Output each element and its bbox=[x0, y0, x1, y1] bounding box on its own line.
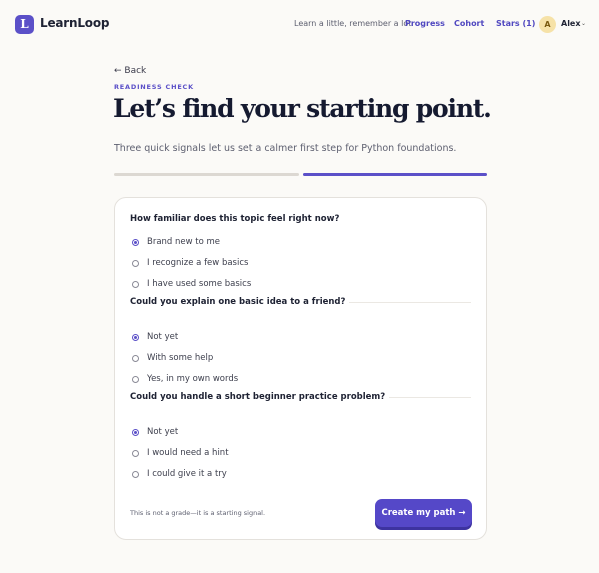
avatar[interactable]: A bbox=[539, 16, 556, 33]
back-link[interactable]: ← Back bbox=[114, 66, 146, 76]
option-label: I recognize a few basics bbox=[147, 258, 249, 268]
chevron-down-icon[interactable]: ⌄ bbox=[581, 20, 586, 27]
question-title: Could you explain one basic idea to a fr… bbox=[130, 297, 350, 307]
q2-option-3[interactable]: Yes, in my own words bbox=[132, 374, 238, 384]
option-label: Not yet bbox=[147, 427, 179, 437]
nav-stars[interactable]: Stars (1) bbox=[496, 19, 535, 28]
radio-button[interactable] bbox=[132, 238, 139, 246]
radio-button[interactable] bbox=[132, 280, 139, 288]
option-label: Yes, in my own words bbox=[147, 374, 239, 384]
readiness-card: How familiar does this topic feel right … bbox=[114, 197, 487, 540]
user-name[interactable]: Alex bbox=[561, 19, 581, 28]
radio-button[interactable] bbox=[132, 354, 139, 362]
logo-icon[interactable]: L bbox=[15, 15, 34, 34]
progress-step-2 bbox=[303, 173, 487, 176]
page-title: Let’s find your starting point. bbox=[113, 94, 492, 123]
option-label: Brand new to me bbox=[147, 237, 221, 247]
radio-button[interactable] bbox=[132, 375, 139, 383]
option-label: I have used some basics bbox=[147, 279, 252, 289]
radio-button[interactable] bbox=[132, 449, 139, 457]
create-path-button[interactable]: Create my path → bbox=[375, 499, 472, 527]
option-label: I would need a hint bbox=[147, 448, 229, 458]
radio-button[interactable] bbox=[132, 428, 139, 436]
eyebrow-label: READINESS CHECK bbox=[114, 83, 194, 91]
q3-option-3[interactable]: I could give it a try bbox=[132, 469, 227, 479]
question-title: How familiar does this topic feel right … bbox=[130, 214, 344, 224]
q1-option-1[interactable]: Brand new to me bbox=[132, 237, 220, 247]
option-label: With some help bbox=[147, 353, 214, 363]
q1-option-2[interactable]: I recognize a few basics bbox=[132, 258, 248, 268]
q3-option-2[interactable]: I would need a hint bbox=[132, 448, 229, 458]
nav-cohort[interactable]: Cohort bbox=[454, 19, 484, 28]
q1-option-3[interactable]: I have used some basics bbox=[132, 279, 251, 289]
radio-button[interactable] bbox=[132, 259, 139, 267]
q2-option-2[interactable]: With some help bbox=[132, 353, 213, 363]
progress-step-1 bbox=[114, 173, 299, 176]
question-title: Could you handle a short beginner practi… bbox=[130, 392, 390, 402]
footnote: This is not a grade—it is a starting sig… bbox=[130, 509, 266, 517]
top-bar: L LearnLoop Learn a little, remember a l… bbox=[0, 0, 599, 50]
radio-button[interactable] bbox=[132, 333, 139, 341]
page-subtitle: Three quick signals let us set a calmer … bbox=[114, 143, 457, 154]
brand-name[interactable]: LearnLoop bbox=[40, 16, 109, 30]
radio-button[interactable] bbox=[132, 470, 139, 478]
option-label: I could give it a try bbox=[147, 469, 227, 479]
nav-progress[interactable]: Progress bbox=[405, 19, 445, 28]
q2-option-1[interactable]: Not yet bbox=[132, 332, 178, 342]
option-label: Not yet bbox=[147, 332, 179, 342]
tagline: Learn a little, remember a lot bbox=[294, 19, 412, 28]
q3-option-1[interactable]: Not yet bbox=[132, 427, 178, 437]
